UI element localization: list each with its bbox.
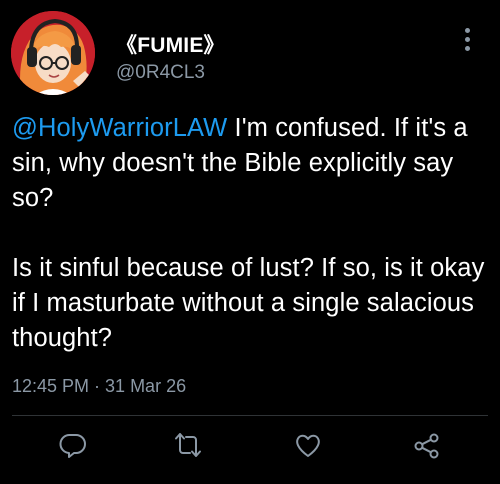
tweet-paragraph-2: Is it sinful because of lust? If so, is … [12,254,485,352]
share-button[interactable] [412,430,442,460]
share-icon [414,433,439,459]
tweet-text: @HolyWarriorLAW I'm confused. If it's a … [12,111,490,356]
mention-link[interactable]: @HolyWarriorLAW [12,114,227,142]
retweet-button[interactable] [173,430,203,460]
author-display-name[interactable]: 《FUMIE》 [116,29,225,59]
tweet-timestamp[interactable]: 12:45 PM · 31 Mar 26 [12,376,186,397]
tweet-card: 《FUMIE》 @0R4CL3 @HolyWarriorLAW I'm conf… [0,0,500,484]
divider [12,415,488,416]
more-vertical-icon[interactable] [458,27,478,53]
like-button[interactable] [293,430,323,460]
avatar[interactable] [11,11,95,95]
retweet-icon [175,433,201,457]
reply-icon [59,433,86,458]
tweet-paragraph-1: @HolyWarriorLAW I'm confused. If it's a … [12,111,490,216]
heart-icon [296,434,320,457]
reply-button[interactable] [58,430,88,460]
avatar-image [11,11,95,95]
author-handle[interactable]: @0R4CL3 [116,62,205,84]
